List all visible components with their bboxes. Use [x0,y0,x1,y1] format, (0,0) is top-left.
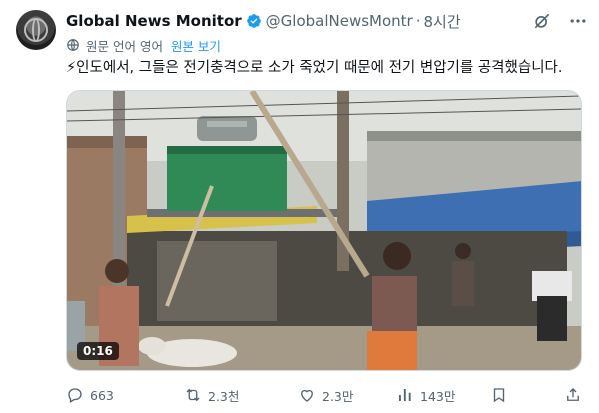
like-icon [301,389,313,402]
translation-row: 원문 언어 영어 원본 보기 [66,36,221,54]
share-icon [567,388,579,401]
bookmark-icon [493,388,505,403]
translation-source-label: 원문 언어 영어 [86,38,163,54]
grok-icon[interactable] [531,11,553,31]
author-name[interactable]: Global News Monitor [66,12,242,30]
bookmark-button[interactable] [490,386,508,404]
show-original-link[interactable]: 원본 보기 [171,36,221,55]
header-icons [531,11,589,31]
author-handle[interactable]: @GlobalNewsMontr [266,12,413,30]
tweet-time[interactable]: 8시간 [424,11,461,32]
views-icon [399,389,411,401]
tweet-text: ⚡인도에서, 그들은 전기충격으로 소가 죽었기 때문에 전기 변압기를 공격했… [66,60,563,76]
retweet-icon [186,388,200,402]
like-count: 2.3만 [322,388,354,404]
retweet-button[interactable]: 2.3천 [184,386,239,405]
video-duration: 0:16 [77,342,119,360]
video-player[interactable]: 0:16 [66,90,582,371]
reply-icon [68,388,82,403]
separator-dot: · [415,12,421,30]
views-button[interactable]: 143만 [396,386,455,405]
globe-icon [67,39,79,51]
share-button[interactable] [564,386,582,404]
tweet-header: Global News Monitor @GlobalNewsMontr · 8… [66,11,589,31]
video-frame [67,91,581,370]
more-icon[interactable] [567,11,589,31]
avatar[interactable] [16,10,56,50]
reply-count: 663 [90,387,114,403]
verified-badge-icon [246,14,261,28]
like-button[interactable]: 2.3만 [298,386,353,405]
reply-button[interactable]: 663 [66,386,114,404]
retweet-count: 2.3천 [208,388,240,404]
globe-logo-meridian [32,18,40,42]
action-bar: 663 2.3천 2.3만 143만 [66,384,586,406]
views-count: 143만 [420,388,456,404]
